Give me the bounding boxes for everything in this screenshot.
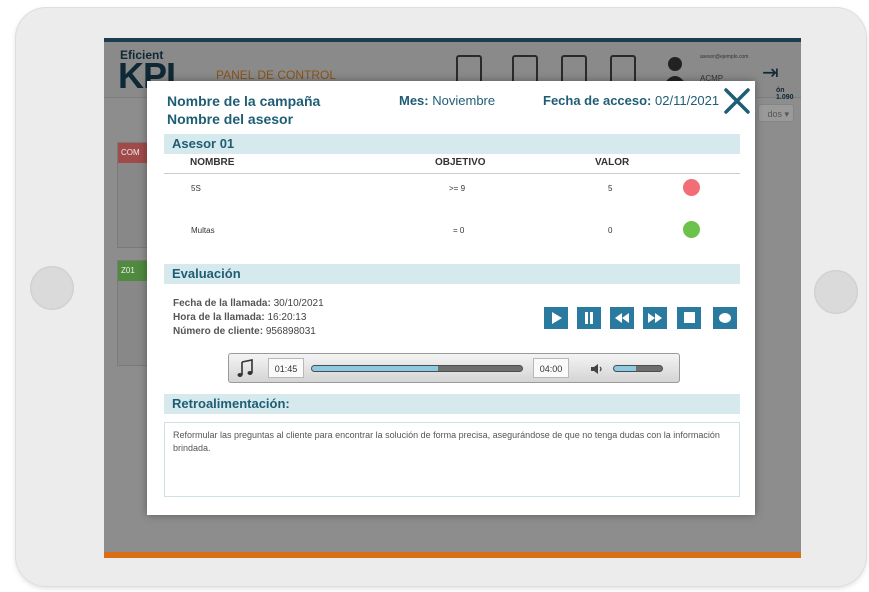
access-date-label: Fecha de acceso: <box>543 93 652 108</box>
fast-forward-icon <box>648 313 662 323</box>
column-header-objective: OBJETIVO <box>435 157 486 168</box>
table-divider <box>164 173 740 174</box>
row-value: 0 <box>608 226 613 235</box>
row-name: 5S <box>191 184 201 193</box>
column-header-value: VALOR <box>595 157 630 168</box>
call-date-value: 30/10/2021 <box>273 298 324 309</box>
row-name: Multas <box>191 226 215 235</box>
current-time: 01:45 <box>268 358 304 378</box>
rewind-button[interactable] <box>610 307 634 329</box>
audio-progress-bar[interactable] <box>311 365 523 372</box>
pause-button[interactable] <box>577 307 601 329</box>
fast-forward-button[interactable] <box>643 307 667 329</box>
month-info: Mes: Noviembre <box>399 93 495 108</box>
client-number-label: Número de cliente: <box>173 326 264 337</box>
client-number-value: 956898031 <box>265 326 316 337</box>
client-number-info: Número de cliente: 956898031 <box>173 326 316 337</box>
panel-title: PANEL DE CONTROL <box>216 68 337 82</box>
music-note-icon <box>237 359 253 377</box>
access-date-value: 02/11/2021 <box>655 93 720 108</box>
stop-button[interactable] <box>677 307 701 329</box>
play-button[interactable] <box>544 307 568 329</box>
modal-header-names: Nombre de la campaña Nombre del asesor <box>167 92 320 128</box>
column-header-name: NOMBRE <box>190 157 235 168</box>
audio-progress-fill <box>312 366 438 371</box>
record-icon <box>719 313 731 323</box>
feedback-section-title: Retroalimentación: <box>164 394 740 414</box>
tablet-side-button-right <box>814 270 858 314</box>
call-time-label: Hora de la llamada: <box>173 312 265 323</box>
play-icon <box>552 312 562 324</box>
rewind-icon <box>615 313 629 323</box>
evaluation-modal: Nombre de la campaña Nombre del asesor M… <box>147 81 755 515</box>
call-time-info: Hora de la llamada: 16:20:13 <box>173 312 306 323</box>
access-date-info: Fecha de acceso: 02/11/2021 <box>543 93 719 108</box>
volume-fill <box>614 366 636 371</box>
advisor-section-title: Asesor 01 <box>164 134 740 154</box>
volume-slider[interactable] <box>613 365 663 372</box>
logout-icon[interactable]: ⇥ <box>762 60 779 85</box>
call-date-label: Fecha de la llamada: <box>173 298 271 309</box>
filter-dropdown-value: dos <box>767 109 782 119</box>
stop-icon <box>684 312 695 323</box>
status-indicator-red <box>683 179 700 196</box>
pause-icon <box>585 312 593 324</box>
tablet-side-button-left <box>30 266 74 310</box>
feedback-textbox[interactable]: Reformular las preguntas al cliente para… <box>164 422 740 497</box>
record-button[interactable] <box>713 307 737 329</box>
row-value: 5 <box>608 184 613 193</box>
bottom-accent-line <box>104 552 801 558</box>
version-label: ón 1.090 <box>776 87 794 101</box>
total-time: 04:00 <box>533 358 569 378</box>
call-date-info: Fecha de la llamada: 30/10/2021 <box>173 298 324 309</box>
advisor-name: Nombre del asesor <box>167 111 294 127</box>
audio-player: 01:45 04:00 <box>228 353 680 383</box>
filter-dropdown[interactable]: dos ▾ <box>758 104 794 122</box>
row-objective: = 0 <box>453 226 465 235</box>
user-email: asesor@ejempl​o.com <box>700 54 749 60</box>
user-icon[interactable] <box>662 54 688 84</box>
month-label: Mes: <box>399 93 429 108</box>
close-icon[interactable] <box>723 87 751 115</box>
campaign-name: Nombre de la campaña <box>167 93 321 109</box>
volume-icon[interactable] <box>590 362 604 376</box>
status-indicator-green <box>683 221 700 238</box>
call-time-value: 16:20:13 <box>267 312 307 323</box>
row-objective: >= 9 <box>449 184 466 193</box>
month-value: Noviembre <box>432 93 496 108</box>
evaluation-section-title: Evaluación <box>164 264 740 284</box>
